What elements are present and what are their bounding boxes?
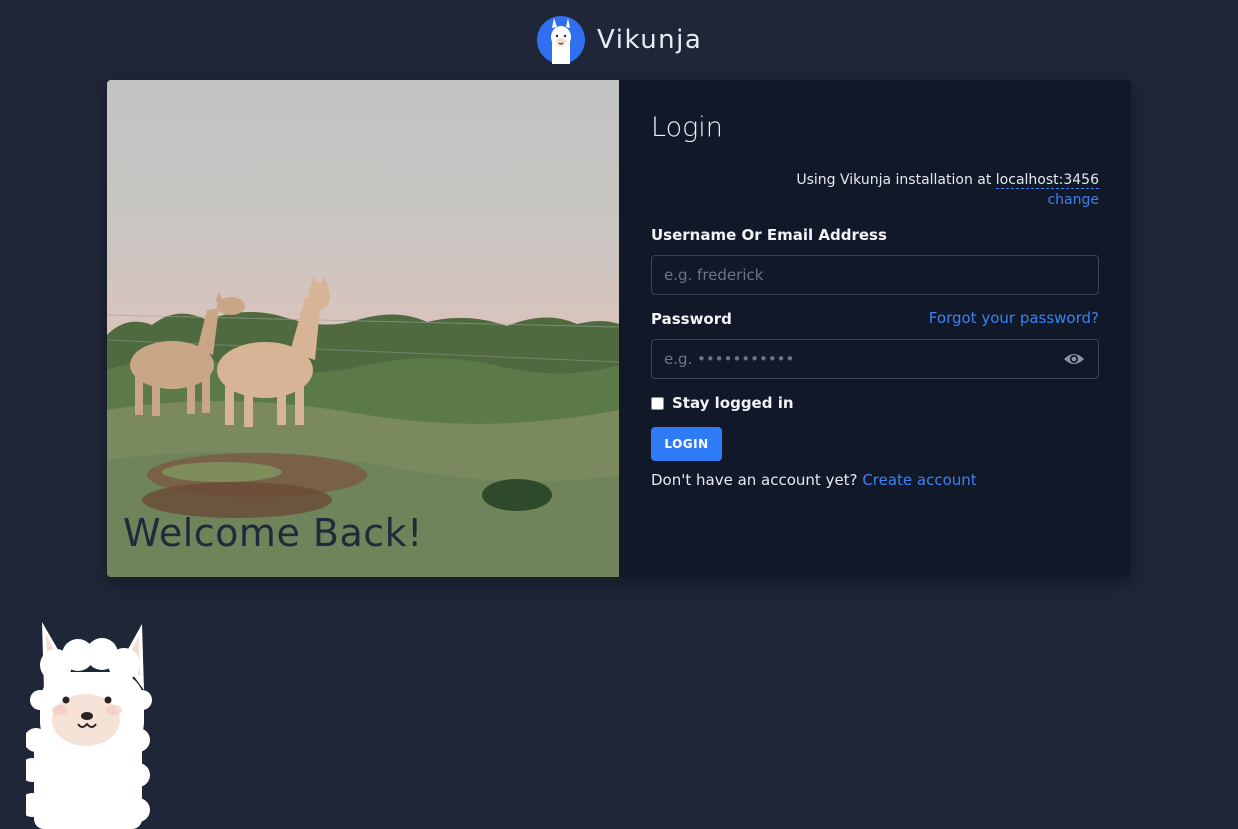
login-form: Login Using Vikunja installation at loca… xyxy=(619,80,1131,577)
alpaca-field-illustration xyxy=(107,276,619,577)
username-label: Username Or Email Address xyxy=(651,226,887,244)
no-account-text: Don't have an account yet? xyxy=(651,471,858,489)
login-card: Welcome Back! Login Using Vikunja instal… xyxy=(107,80,1131,577)
llama-logo-icon xyxy=(537,16,585,64)
installation-info: Using Vikunja installation at localhost:… xyxy=(796,170,1099,210)
brand-header: Vikunja xyxy=(537,16,702,64)
welcome-heading: Welcome Back! xyxy=(123,511,423,555)
create-account-link[interactable]: Create account xyxy=(862,471,976,489)
installation-host: localhost:3456 xyxy=(995,172,1099,189)
llama-mascot-icon xyxy=(26,622,152,829)
stay-logged-in[interactable]: Stay logged in xyxy=(651,394,794,412)
login-title: Login xyxy=(651,112,723,143)
forgot-password-link[interactable]: Forgot your password? xyxy=(929,309,1099,327)
stay-logged-in-checkbox[interactable] xyxy=(651,396,664,410)
brand-name: Vikunja xyxy=(597,25,703,55)
stay-logged-in-label[interactable]: Stay logged in xyxy=(672,394,794,412)
change-installation-link[interactable]: change xyxy=(796,190,1099,210)
installation-prefix: Using Vikunja installation at xyxy=(796,172,992,188)
welcome-image: Welcome Back! xyxy=(107,80,619,577)
username-input[interactable] xyxy=(651,255,1099,295)
signup-prompt: Don't have an account yet? Create accoun… xyxy=(651,471,977,489)
login-button[interactable]: LOGIN xyxy=(651,427,722,461)
eye-icon[interactable] xyxy=(1063,351,1085,367)
password-label: Password xyxy=(651,310,732,328)
password-input[interactable] xyxy=(651,339,1099,379)
